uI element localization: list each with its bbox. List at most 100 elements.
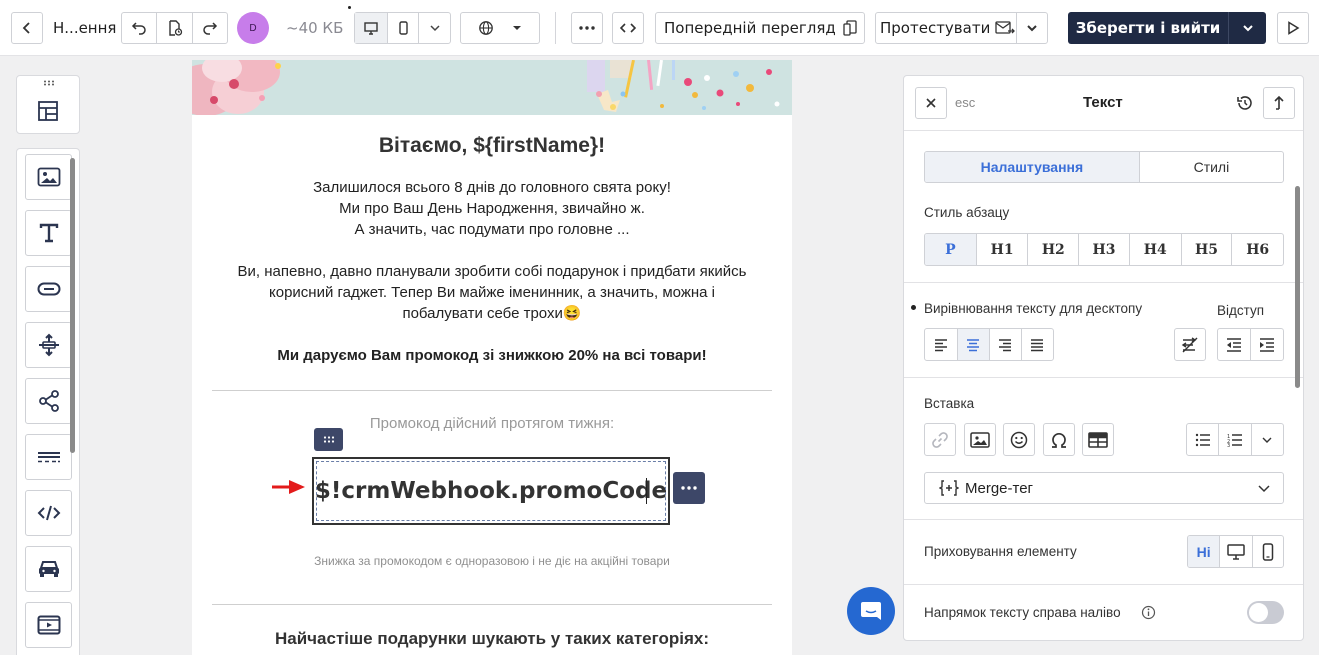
preview-icon xyxy=(843,20,857,36)
chevron-left-icon xyxy=(22,22,30,34)
email-canvas: Вітаємо, ${firstName}! Залишилося всього… xyxy=(192,60,792,655)
template-title[interactable]: Н...ення xyxy=(53,19,116,37)
paragraph-style-selector: P H1 H2 H3 H4 H5 H6 xyxy=(924,233,1284,266)
panel-scrollbar[interactable] xyxy=(1295,186,1300,388)
test-dropdown[interactable] xyxy=(1016,13,1047,43)
hide-mobile-button[interactable] xyxy=(1251,536,1283,567)
categories-heading[interactable]: Найчастіше подарунки шукають у таких кат… xyxy=(192,628,792,649)
numbered-list-button[interactable]: 123 xyxy=(1218,424,1250,455)
indent-button[interactable] xyxy=(1250,329,1283,360)
insert-table-button[interactable] xyxy=(1082,423,1114,456)
structure-block[interactable] xyxy=(33,98,63,124)
intro-paragraph[interactable]: Залишилося всього 8 днів до головного св… xyxy=(192,177,792,240)
paragraph-style-label: Стиль абзацу xyxy=(924,205,1010,220)
support-chat-button[interactable] xyxy=(847,587,895,635)
redo-button[interactable] xyxy=(192,13,227,43)
save-dropdown[interactable] xyxy=(1228,12,1266,44)
indent-selector xyxy=(1217,328,1284,361)
insert-label: Вставка xyxy=(924,396,975,411)
indicator-dot xyxy=(348,6,351,9)
section-divider xyxy=(904,282,1303,283)
view-dropdown[interactable] xyxy=(418,13,450,43)
divider-block[interactable] xyxy=(25,434,72,480)
language-selector[interactable] xyxy=(460,12,540,44)
bullet-list-button[interactable] xyxy=(1187,424,1218,455)
greeting-heading[interactable]: Вітаємо, ${firstName}! xyxy=(192,132,792,160)
birthday-banner-image[interactable] xyxy=(192,60,792,115)
html-block[interactable] xyxy=(25,490,72,536)
hide-none-button[interactable]: Ні xyxy=(1188,536,1220,567)
avatar[interactable]: D xyxy=(237,12,269,44)
test-button[interactable]: Протестувати xyxy=(876,13,1016,43)
car-icon xyxy=(38,561,59,577)
social-block[interactable] xyxy=(25,378,72,424)
intro-line: Залишилося всього 8 днів до головного св… xyxy=(313,179,671,196)
text-block[interactable] xyxy=(25,210,72,256)
reset-button[interactable] xyxy=(1234,92,1256,114)
product-block[interactable] xyxy=(25,546,72,592)
align-justify-button[interactable] xyxy=(1020,329,1053,360)
insert-emoji-button[interactable] xyxy=(1003,423,1035,456)
blocks-scrollbar[interactable] xyxy=(70,158,75,453)
save-and-exit-button[interactable]: Зберегти і вийти xyxy=(1068,12,1228,44)
drag-dots-icon xyxy=(323,436,334,443)
style-h2[interactable]: H2 xyxy=(1027,234,1078,265)
gift-line: побалувати себе трохи😆 xyxy=(402,305,582,322)
indent-icon xyxy=(1260,337,1274,352)
promo-code-text-block[interactable]: $!crmWebhook.promoCode xyxy=(312,457,670,525)
discount-disclaimer[interactable]: Знижка за промокодом є одноразовою і не … xyxy=(192,551,792,572)
align-left-button[interactable] xyxy=(925,329,957,360)
structures-panel xyxy=(16,75,80,134)
close-icon xyxy=(926,98,936,108)
style-h5[interactable]: H5 xyxy=(1180,234,1232,265)
insert-image-button[interactable] xyxy=(964,423,996,456)
more-options-button[interactable] xyxy=(571,12,603,44)
style-h6[interactable]: H6 xyxy=(1231,234,1283,265)
spacer-block[interactable] xyxy=(25,322,72,368)
outdent-button[interactable] xyxy=(1218,329,1250,360)
merge-tag-select[interactable]: Merge-тег xyxy=(924,472,1284,504)
style-p[interactable]: P xyxy=(925,234,976,265)
close-panel-button[interactable] xyxy=(915,87,947,119)
gift-paragraph[interactable]: Ви, напевно, давно планували зробити соб… xyxy=(192,261,792,324)
code-view-button[interactable] xyxy=(612,12,644,44)
hide-desktop-button[interactable] xyxy=(1219,536,1251,567)
image-block[interactable] xyxy=(25,154,72,200)
block-drag-handle[interactable] xyxy=(314,428,343,451)
tab-settings[interactable]: Налаштування xyxy=(925,152,1139,182)
mobile-view-button[interactable] xyxy=(387,13,418,43)
style-h3[interactable]: H3 xyxy=(1078,234,1129,265)
top-toolbar: Н...ення D ~40 КБ Попередній перегляд Пр… xyxy=(0,0,1319,56)
version-history-button[interactable] xyxy=(156,13,192,43)
insert-special-char-button[interactable] xyxy=(1043,423,1075,456)
panel-header: esc Текст xyxy=(904,76,1303,131)
redo-icon xyxy=(203,22,218,35)
undo-button[interactable] xyxy=(122,13,156,43)
test-label: Протестувати xyxy=(880,19,991,37)
select-parent-button[interactable] xyxy=(1263,87,1295,119)
insert-link-button[interactable] xyxy=(924,423,956,456)
rtl-toggle[interactable] xyxy=(1247,601,1284,624)
video-block[interactable] xyxy=(25,602,72,648)
tab-styles[interactable]: Стилі xyxy=(1138,152,1283,182)
mobile-icon xyxy=(1262,542,1274,561)
style-h1[interactable]: H1 xyxy=(975,234,1028,265)
list-dropdown[interactable] xyxy=(1250,424,1283,455)
chevron-down-icon xyxy=(1242,25,1253,32)
globe-icon xyxy=(479,21,493,35)
desktop-view-button[interactable] xyxy=(355,13,387,43)
preview-button[interactable]: Попередній перегляд xyxy=(655,12,865,44)
chat-icon xyxy=(861,602,881,620)
align-center-button[interactable] xyxy=(956,329,989,360)
info-icon[interactable] xyxy=(1141,605,1156,620)
style-h4[interactable]: H4 xyxy=(1128,234,1181,265)
align-right-button[interactable] xyxy=(989,329,1021,360)
run-button[interactable] xyxy=(1277,12,1309,44)
no-wrap-button[interactable] xyxy=(1174,328,1206,361)
back-button[interactable] xyxy=(11,12,43,44)
block-more-button[interactable] xyxy=(673,472,705,504)
intro-line: Ми про Ваш День Народження, звичайно ж. xyxy=(339,200,645,217)
promo-validity-text[interactable]: Промокод дійсний протягом тижня: xyxy=(192,413,792,434)
button-block[interactable] xyxy=(25,266,72,312)
promo-offer-text[interactable]: Ми даруємо Вам промокод зі знижкою 20% н… xyxy=(192,345,792,366)
